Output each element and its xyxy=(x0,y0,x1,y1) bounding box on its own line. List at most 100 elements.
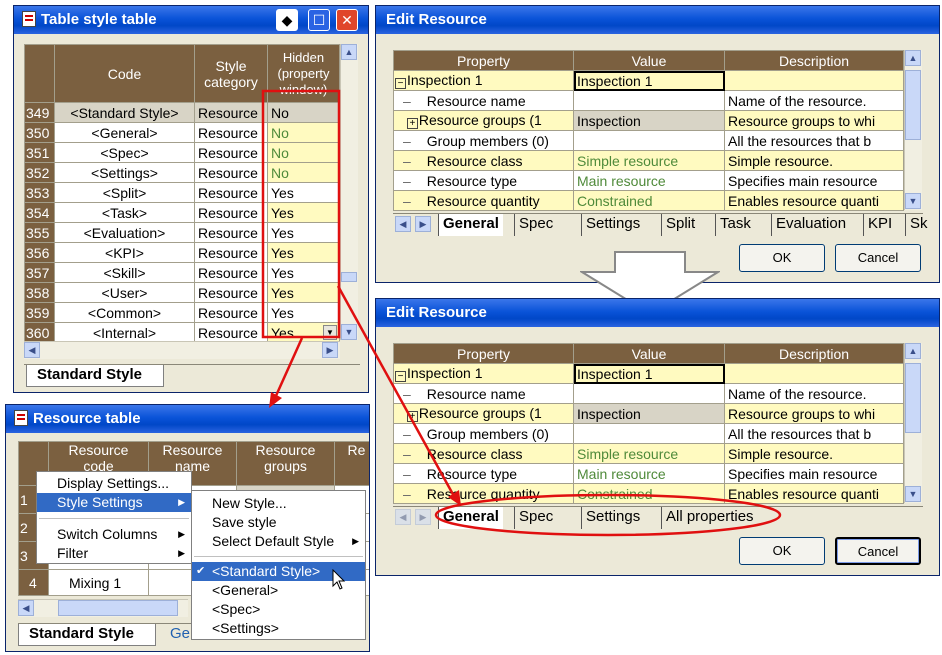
tab-task[interactable]: Task xyxy=(715,214,755,236)
property-cell[interactable]: + Resource groups (1 xyxy=(393,403,574,424)
table-row[interactable]: 353 <Split> Resource Yes xyxy=(24,182,340,203)
tab-settings[interactable]: Settings xyxy=(581,507,644,529)
menu-filter[interactable]: Filter ▶ xyxy=(37,544,191,563)
property-row[interactable]: – Resource class Simple resource Simple res… xyxy=(393,443,904,464)
property-row[interactable]: – Group members (0) All the resources that… xyxy=(393,423,904,444)
code-cell[interactable]: <Skill> xyxy=(54,262,195,283)
expand-icon[interactable]: + xyxy=(406,411,418,422)
property-cell[interactable]: – Resource quantity xyxy=(393,483,574,504)
menu-settings[interactable]: <Settings> xyxy=(192,619,365,638)
hidden-cell[interactable]: Yes ▼ xyxy=(267,322,340,343)
tab-spec[interactable]: Spec xyxy=(514,507,557,529)
property-row[interactable]: − Inspection 1 Inspection 1 xyxy=(393,363,904,384)
property-row[interactable]: – Resource quantity Constrained Enables res… xyxy=(393,190,904,211)
horizontal-scrollbar[interactable]: ◀ xyxy=(18,599,188,617)
vertical-scrollbar[interactable]: ▲ ▼ xyxy=(904,50,922,210)
property-cell[interactable]: – Resource name xyxy=(393,383,574,404)
scroll-up-icon[interactable]: ▲ xyxy=(905,50,921,66)
category-cell[interactable]: Resource xyxy=(194,222,268,243)
property-row[interactable]: – Resource type Main resource Specifies mai… xyxy=(393,170,904,191)
property-cell[interactable]: – Resource type xyxy=(393,463,574,484)
ok-button[interactable]: OK xyxy=(739,537,825,565)
code-cell[interactable]: <Task> xyxy=(54,202,195,223)
code-cell[interactable]: <Standard Style> xyxy=(54,102,195,123)
property-cell[interactable]: – Group members (0) xyxy=(393,130,574,151)
menu-switch-columns[interactable]: Switch Columns ▶ xyxy=(37,525,191,544)
property-cell[interactable]: + Resource groups (1 xyxy=(393,110,574,131)
tab-general[interactable]: General xyxy=(438,507,503,529)
tab-general[interactable]: General xyxy=(438,214,503,236)
property-cell[interactable]: – Group members (0) xyxy=(393,423,574,444)
vertical-scrollbar[interactable]: ▲ ▼ xyxy=(904,343,922,503)
code-cell[interactable]: <General> xyxy=(54,122,195,143)
scroll-thumb[interactable] xyxy=(341,272,357,282)
close-button[interactable]: ✕ xyxy=(336,9,358,31)
value-cell[interactable] xyxy=(573,90,725,111)
value-cell[interactable]: Constrained xyxy=(573,483,725,504)
hidden-cell[interactable]: Yes xyxy=(267,202,340,223)
code-cell[interactable]: <Settings> xyxy=(54,162,195,183)
code-cell[interactable]: <Evaluation> xyxy=(54,222,195,243)
hidden-cell[interactable]: No xyxy=(267,162,340,183)
tab-sk[interactable]: Sk xyxy=(905,214,932,236)
column-header-resource-groups[interactable]: Resource groups xyxy=(236,441,335,486)
value-cell[interactable] xyxy=(573,423,725,444)
horizontal-scrollbar[interactable]: ◀ ▶ xyxy=(24,341,340,359)
hidden-cell[interactable]: Yes xyxy=(267,182,340,203)
hidden-cell[interactable]: Yes xyxy=(267,242,340,263)
category-cell[interactable]: Resource xyxy=(194,102,268,123)
category-cell[interactable]: Resource xyxy=(194,242,268,263)
table-row[interactable]: 355 <Evaluation> Resource Yes xyxy=(24,222,340,243)
category-cell[interactable]: Resource xyxy=(194,302,268,323)
menu-style-settings[interactable]: Style Settings ▶ xyxy=(37,493,191,512)
menu-spec[interactable]: <Spec> xyxy=(192,600,365,619)
code-cell[interactable]: <Spec> xyxy=(54,142,195,163)
value-cell[interactable]: Simple resource xyxy=(573,443,725,464)
hidden-cell[interactable]: No xyxy=(267,102,340,123)
column-header-hidden[interactable]: Hidden (property window) xyxy=(267,44,340,103)
value-cell[interactable]: Inspection xyxy=(573,403,725,424)
category-cell[interactable]: Resource xyxy=(194,162,268,183)
hidden-cell[interactable]: Yes xyxy=(267,302,340,323)
table-row[interactable]: 356 <KPI> Resource Yes xyxy=(24,242,340,263)
table-row[interactable]: 350 <General> Resource No xyxy=(24,122,340,143)
scroll-down-icon[interactable]: ▼ xyxy=(905,486,921,502)
scroll-down-icon[interactable]: ▼ xyxy=(341,324,357,340)
column-header-description[interactable]: Description xyxy=(724,50,904,71)
code-cell[interactable]: <KPI> xyxy=(54,242,195,263)
category-cell[interactable]: Resource xyxy=(194,262,268,283)
scroll-right-icon[interactable]: ▶ xyxy=(322,342,338,358)
column-header-re[interactable]: Re xyxy=(334,441,369,486)
code-cell[interactable]: <User> xyxy=(54,282,195,303)
resource-name-cell[interactable]: Mixing 1 xyxy=(48,569,149,596)
scroll-left-icon[interactable]: ◀ xyxy=(24,342,40,358)
table-row[interactable]: 351 <Spec> Resource No xyxy=(24,142,340,163)
table-row[interactable]: 352 <Settings> Resource No xyxy=(24,162,340,183)
property-cell[interactable]: – Resource class xyxy=(393,443,574,464)
table-row[interactable]: 358 <User> Resource Yes xyxy=(24,282,340,303)
hidden-cell[interactable]: No xyxy=(267,142,340,163)
scroll-left-icon[interactable]: ◀ xyxy=(18,600,34,616)
menu-save-style[interactable]: Save style xyxy=(192,513,365,532)
property-row[interactable]: − Inspection 1 Inspection 1 xyxy=(393,70,904,91)
column-header-value[interactable]: Value xyxy=(573,343,725,364)
category-cell[interactable]: Resource xyxy=(194,322,268,343)
property-row[interactable]: – Resource name Name of the resource. xyxy=(393,90,904,111)
tab-scroll-left-icon[interactable]: ◀ xyxy=(395,216,411,232)
property-row[interactable]: – Resource quantity Constrained Enables res… xyxy=(393,483,904,504)
table-row[interactable]: 354 <Task> Resource Yes xyxy=(24,202,340,223)
tab-all-properties[interactable]: All properties xyxy=(661,507,758,529)
column-header-property[interactable]: Property xyxy=(393,343,574,364)
hidden-cell[interactable]: Yes xyxy=(267,262,340,283)
property-cell[interactable]: – Resource quantity xyxy=(393,190,574,211)
table-row[interactable]: 349 <Standard Style> Resource No xyxy=(24,102,340,123)
column-header-code[interactable]: Code xyxy=(54,44,195,103)
scroll-up-icon[interactable]: ▲ xyxy=(905,343,921,359)
scroll-thumb[interactable] xyxy=(905,70,921,140)
category-cell[interactable]: Resource xyxy=(194,142,268,163)
category-cell[interactable]: Resource xyxy=(194,282,268,303)
menu-display-settings[interactable]: Display Settings... xyxy=(37,474,191,493)
menu-select-default-style[interactable]: Select Default Style ▶ xyxy=(192,532,365,551)
property-cell[interactable]: – Resource class xyxy=(393,150,574,171)
tab-standard-style[interactable]: Standard Style xyxy=(18,624,156,646)
